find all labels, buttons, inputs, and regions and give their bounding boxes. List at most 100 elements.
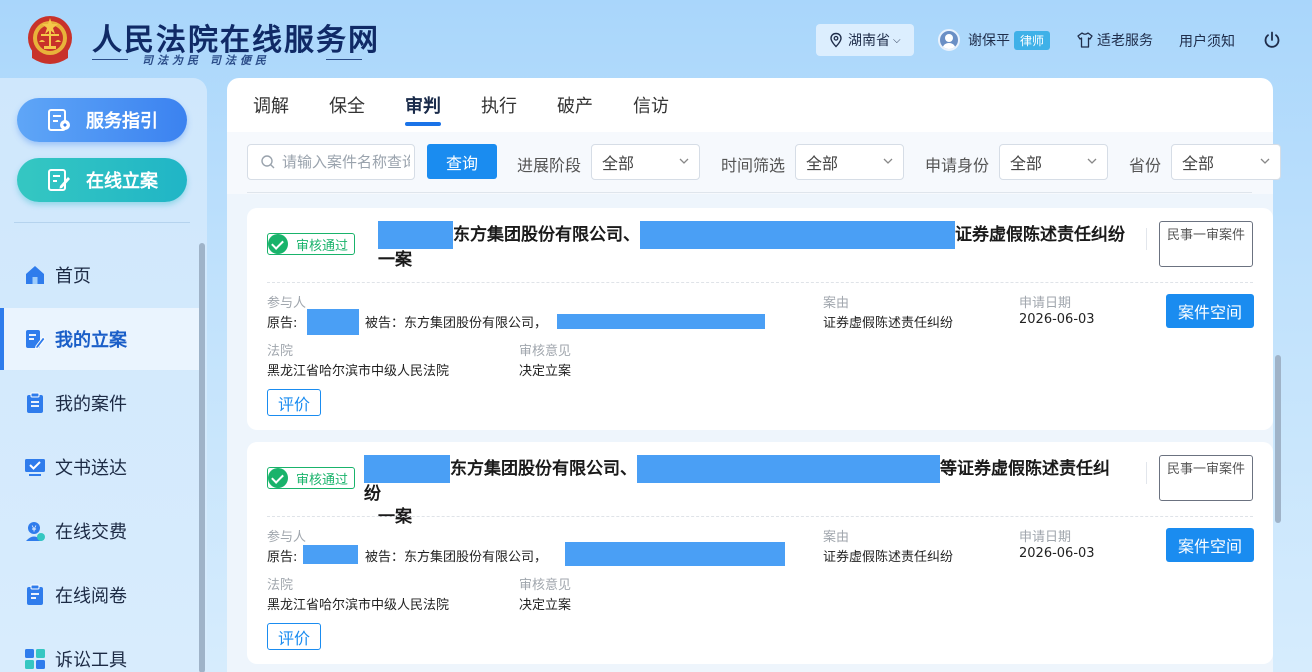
date-value: 2026-06-03	[1019, 312, 1095, 327]
home-icon	[26, 266, 44, 284]
location-pin-icon	[830, 32, 842, 48]
plaintiff-label: 原告:	[267, 316, 298, 331]
identity-select[interactable]: 全部	[999, 144, 1108, 180]
region-selector[interactable]: 湖南省 ⌵	[816, 24, 914, 56]
case-space-button[interactable]: 案件空间	[1166, 294, 1254, 328]
tab-bankruptcy[interactable]: 破产	[557, 92, 593, 118]
sidebar-item-label: 在线交费	[55, 522, 127, 543]
slogan-text: 司法为民 司法便民	[142, 54, 270, 67]
redacted-block	[637, 455, 940, 483]
user-payment-icon: ¥	[26, 522, 45, 541]
elder-service-button[interactable]: 适老服务	[1076, 30, 1153, 50]
redacted-block	[565, 542, 785, 566]
sidebar-item-label: 我的案件	[55, 394, 127, 415]
region-label: 湖南省	[848, 33, 890, 49]
edit-document-icon	[26, 330, 46, 350]
sidebar-item-label: 文书送达	[55, 458, 127, 479]
sidebar: 服务指引 在线立案 首页 我的立案 我的案件 文书送达 ¥ 在线交费 在线阅卷 …	[0, 78, 207, 672]
online-filing-label: 在线立案	[86, 171, 158, 192]
province-filter-label: 省份	[1129, 156, 1162, 175]
sidebar-item-label: 诉讼工具	[55, 650, 127, 671]
case-type-tabs: 调解 保全 审判 执行 破产 信访	[227, 78, 1273, 132]
date-value: 2026-06-03	[1019, 546, 1095, 561]
sidebar-item-my-filings[interactable]: 我的立案	[0, 308, 200, 370]
sidebar-divider	[14, 222, 190, 223]
redacted-block	[640, 221, 955, 249]
tab-mediation[interactable]: 调解	[253, 92, 289, 118]
case-title[interactable]: 东方集团股份有限公司、 等证券虚假陈述责任纠纷 一案	[364, 455, 1124, 529]
slogan-divider	[326, 59, 362, 60]
user-name: 谢保平	[968, 33, 1010, 49]
search-input[interactable]	[282, 153, 410, 171]
filter-bar: 查询 进展阶段 全部 时间筛选 全部 申请身份 全部 省份 全部	[227, 132, 1281, 194]
opinion-label: 审核意见	[519, 344, 572, 359]
power-icon[interactable]	[1262, 30, 1282, 50]
stage-filter-label: 进展阶段	[517, 156, 582, 175]
opinion-value: 决定立案	[519, 364, 572, 379]
case-title-part: 一案	[378, 507, 412, 527]
case-type-tag: 民事一审案件	[1159, 221, 1253, 267]
search-icon	[261, 155, 275, 169]
tab-petition[interactable]: 信访	[633, 92, 669, 118]
service-guide-button[interactable]: 服务指引	[17, 98, 187, 142]
user-notice-link[interactable]: 用户须知	[1179, 31, 1235, 51]
clipboard-list-icon	[27, 584, 43, 605]
sidebar-item-label: 在线阅卷	[55, 586, 127, 607]
redacted-block	[307, 309, 359, 335]
cause-label: 案由	[823, 530, 850, 545]
content-scrollbar[interactable]	[1275, 355, 1281, 523]
time-select[interactable]: 全部	[795, 144, 904, 180]
plaintiff-label: 原告:	[267, 550, 298, 565]
sidebar-item-online-review[interactable]: 在线阅卷	[0, 564, 200, 626]
check-circle-icon	[268, 468, 288, 488]
sidebar-item-online-payment[interactable]: ¥ 在线交费	[0, 500, 200, 562]
date-label: 申请日期	[1019, 296, 1072, 311]
redacted-block	[364, 455, 450, 483]
chevron-down-icon: ⌵	[893, 34, 901, 46]
main-content: 查询 进展阶段 全部 时间筛选 全部 申请身份 全部 省份 全部 审核通过 东	[227, 132, 1281, 672]
rate-button[interactable]: 评价	[267, 389, 321, 416]
stage-select-value: 全部	[602, 154, 635, 173]
sidebar-scrollbar[interactable]	[199, 243, 205, 672]
user-profile[interactable]: 谢保平 律师	[938, 28, 1051, 52]
tab-trial[interactable]: 审判	[405, 92, 441, 118]
tab-preservation[interactable]: 保全	[329, 92, 365, 118]
court-label: 法院	[267, 344, 294, 359]
online-filing-button[interactable]: 在线立案	[17, 158, 187, 202]
service-guide-label: 服务指引	[86, 111, 158, 132]
status-badge: 审核通过	[267, 467, 356, 489]
case-title-part: 东方集团股份有限公司、	[453, 225, 640, 245]
province-select[interactable]: 全部	[1171, 144, 1281, 180]
sidebar-item-document-delivery[interactable]: 文书送达	[0, 436, 200, 498]
shirt-icon	[1077, 32, 1093, 48]
card-divider	[267, 516, 1253, 517]
stage-select[interactable]: 全部	[591, 144, 700, 180]
avatar	[938, 29, 960, 51]
query-button[interactable]: 查询	[427, 144, 497, 179]
rate-button[interactable]: 评价	[267, 623, 321, 650]
tools-grid-icon	[25, 649, 45, 669]
time-filter-label: 时间筛选	[721, 156, 786, 175]
case-space-button[interactable]: 案件空间	[1166, 528, 1254, 562]
title-divider	[1146, 462, 1147, 484]
redacted-block	[303, 545, 358, 564]
sidebar-item-litigation-tools[interactable]: 诉讼工具	[0, 628, 200, 672]
search-box[interactable]	[247, 144, 415, 180]
case-card: 审核通过 东方集团股份有限公司、 等证券虚假陈述责任纠纷 一案 民事一审案件 参与人…	[247, 442, 1273, 664]
redacted-block	[378, 221, 453, 249]
check-circle-icon	[268, 234, 288, 254]
guide-icon	[48, 109, 70, 131]
sidebar-item-my-cases[interactable]: 我的案件	[0, 372, 200, 434]
identity-select-value: 全部	[1010, 154, 1043, 173]
cause-value: 证券虚假陈述责任纠纷	[823, 550, 954, 565]
case-title-part: 东方集团股份有限公司、	[450, 459, 637, 479]
case-card: 审核通过 东方集团股份有限公司、 证券虚假陈述责任纠纷 一案 民事一审案件 参与人 …	[247, 208, 1273, 430]
case-title[interactable]: 东方集团股份有限公司、 证券虚假陈述责任纠纷 一案	[378, 221, 1138, 272]
status-badge: 审核通过	[267, 233, 356, 255]
time-select-value: 全部	[806, 154, 839, 173]
opinion-value: 决定立案	[519, 598, 572, 613]
tab-enforcement[interactable]: 执行	[481, 92, 517, 118]
redacted-block	[557, 314, 765, 329]
sidebar-item-home[interactable]: 首页	[0, 244, 200, 306]
status-text: 审核通过	[296, 472, 349, 488]
